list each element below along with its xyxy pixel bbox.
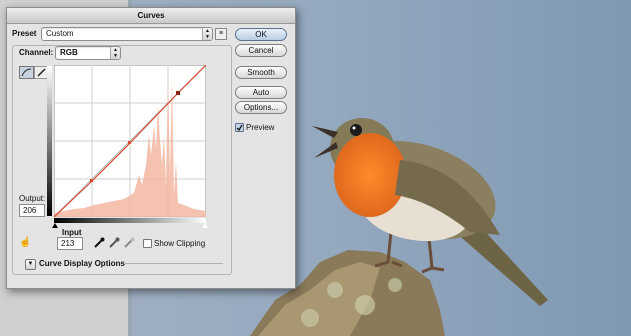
on-image-adjust-icon[interactable]: ☝ [19,237,33,249]
divider [125,263,223,264]
ok-button[interactable]: OK [235,28,287,41]
channel-value: RGB [60,48,78,57]
curve-point [128,141,131,144]
auto-button[interactable]: Auto [235,86,287,99]
curve-point [90,179,93,182]
output-value: 206 [23,206,37,215]
output-gradient-bar [47,66,52,216]
smooth-button[interactable]: Smooth [235,66,287,79]
input-field[interactable]: 213 [57,237,83,250]
black-eyedropper-icon[interactable] [93,237,105,249]
output-label: Output: [19,194,46,203]
dialog-title: Curves [137,11,165,20]
white-eyedropper-icon[interactable] [123,237,135,249]
white-point-slider[interactable] [202,223,208,228]
show-clipping-label: Show Clipping [154,239,206,248]
show-clipping-checkbox[interactable] [143,239,152,248]
curve-point-tool-icon[interactable] [19,66,34,79]
curve-display-options-label: Curve Display Options [39,259,125,268]
channel-label: Channel: [19,48,54,57]
gray-eyedropper-icon[interactable] [108,237,120,249]
curves-dialog: Curves Preset Custom ▲ ▼ ≡ Channel: RGB ▲… [6,7,296,289]
black-point-slider[interactable] [52,223,58,228]
checkmark-icon [236,124,243,132]
select-arrows-icon: ▲ ▼ [202,28,212,40]
channel-select[interactable]: RGB ▲ ▼ [55,46,121,60]
preset-value: Custom [46,29,74,38]
input-label: Input [62,228,82,237]
input-gradient-bar [54,218,206,223]
input-value: 213 [61,239,75,248]
curve-point-selected [176,91,180,95]
curve-graph[interactable] [54,65,206,217]
preset-label: Preset [12,29,37,38]
options-button[interactable]: Options... [235,101,287,114]
dialog-titlebar[interactable]: Curves [7,8,295,24]
disclosure-triangle-icon[interactable]: ▼ [25,259,36,270]
select-arrows-icon: ▲ ▼ [110,47,120,59]
output-field[interactable]: 206 [19,204,45,217]
preview-checkbox[interactable] [235,123,244,132]
cancel-button[interactable]: Cancel [235,44,287,57]
preset-options-icon[interactable]: ≡ [215,28,227,40]
preset-select[interactable]: Custom ▲ ▼ [41,27,213,41]
preview-label: Preview [246,123,275,132]
